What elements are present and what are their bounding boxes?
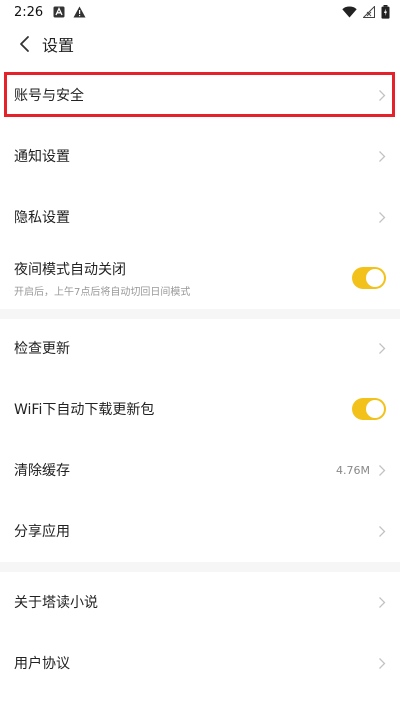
row-right xyxy=(378,211,386,224)
settings-item-label: 夜间模式自动关闭 xyxy=(14,261,126,278)
settings-item-about[interactable]: 关于塔读小说 xyxy=(0,579,400,625)
wifi-icon xyxy=(342,6,357,18)
wifi-download-toggle[interactable] xyxy=(352,398,386,420)
row-right: 4.76M xyxy=(336,464,386,477)
chevron-right-icon xyxy=(378,211,386,224)
row-right xyxy=(352,267,386,289)
chevron-right-icon xyxy=(378,464,386,477)
chevron-right-icon xyxy=(378,89,386,102)
settings-item-label: WiFi下自动下载更新包 xyxy=(14,402,155,418)
cache-size-value: 4.76M xyxy=(336,463,370,477)
row-right xyxy=(378,150,386,163)
row-right xyxy=(378,596,386,609)
back-button[interactable] xyxy=(12,29,38,59)
signal-icon xyxy=(363,6,375,18)
row-right xyxy=(378,89,386,102)
row-text: 夜间模式自动关闭 开启后，上午7点后将自动切回日间模式 xyxy=(14,259,190,298)
battery-icon xyxy=(381,5,390,19)
chevron-right-icon xyxy=(378,596,386,609)
settings-item-share-app[interactable]: 分享应用 xyxy=(0,508,400,554)
row-right xyxy=(352,398,386,420)
row-right xyxy=(378,657,386,670)
settings-item-label: 清除缓存 xyxy=(14,463,70,479)
toggle-knob xyxy=(366,400,384,418)
title-bar: 设置 xyxy=(0,24,400,64)
status-right xyxy=(342,5,390,19)
settings-item-label: 隐私设置 xyxy=(14,210,70,226)
settings-item-label: 用户协议 xyxy=(14,656,70,672)
status-bar: 2:26 xyxy=(0,0,400,24)
chevron-right-icon xyxy=(378,342,386,355)
settings-item-privacy[interactable]: 隐私设置 xyxy=(0,194,400,240)
settings-item-wifi-download: WiFi下自动下载更新包 xyxy=(0,386,400,432)
settings-item-clear-cache[interactable]: 清除缓存 4.76M xyxy=(0,447,400,493)
settings-item-user-agreement[interactable]: 用户协议 xyxy=(0,640,400,686)
settings-item-notification[interactable]: 通知设置 xyxy=(0,133,400,179)
settings-item-account-security[interactable]: 账号与安全 xyxy=(0,72,400,118)
settings-item-label: 检查更新 xyxy=(14,341,70,357)
status-time: 2:26 xyxy=(14,4,44,20)
warning-icon xyxy=(73,6,86,18)
page-title: 设置 xyxy=(42,36,75,55)
settings-item-label: 通知设置 xyxy=(14,149,70,165)
section-divider xyxy=(0,562,400,572)
settings-item-check-update[interactable]: 检查更新 xyxy=(0,325,400,371)
settings-item-description: 开启后，上午7点后将自动切回日间模式 xyxy=(14,286,191,298)
row-right xyxy=(378,525,386,538)
status-left: 2:26 xyxy=(14,5,86,20)
chevron-right-icon xyxy=(378,657,386,670)
toggle-knob xyxy=(366,269,384,287)
settings-item-night-mode: 夜间模式自动关闭 开启后，上午7点后将自动切回日间模式 xyxy=(0,252,400,304)
settings-item-label: 关于塔读小说 xyxy=(14,595,98,611)
settings-item-label: 分享应用 xyxy=(14,524,70,540)
settings-item-label: 账号与安全 xyxy=(14,88,84,104)
chevron-right-icon xyxy=(378,150,386,163)
chevron-left-icon xyxy=(20,36,29,52)
row-right xyxy=(378,342,386,355)
night-mode-toggle[interactable] xyxy=(352,267,386,289)
chevron-right-icon xyxy=(378,525,386,538)
a-notification-icon xyxy=(53,6,65,18)
section-divider xyxy=(0,309,400,319)
